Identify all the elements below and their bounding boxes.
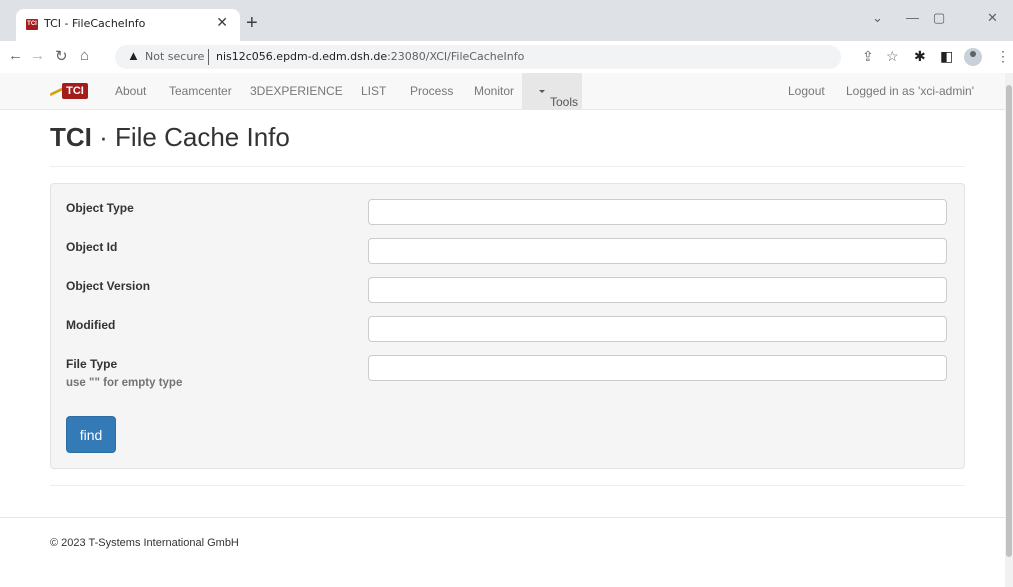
omnibox-divider	[208, 49, 209, 65]
reload-icon[interactable]: ↻	[55, 47, 68, 65]
object-version-input[interactable]	[368, 277, 947, 303]
nav-link-process[interactable]: Process	[410, 84, 453, 98]
address-bar[interactable]: ▲ Not secure nis12c056.epdm-d.edm.dsh.de…	[115, 45, 841, 69]
tools-label: Tools	[536, 84, 578, 109]
maximize-icon[interactable]: ▢	[933, 10, 945, 26]
bookmark-star-icon[interactable]: ☆	[886, 48, 899, 65]
window-close-icon[interactable]: ✕	[987, 10, 998, 26]
url-path: :23080/XCI/FileCacheInfo	[387, 50, 525, 63]
nav-link-3dexperience[interactable]: 3DEXPERIENCE	[250, 84, 343, 98]
browser-toolbar: ← → ↻ ⌂ ▲ Not secure nis12c056.epdm-d.ed…	[0, 41, 1013, 74]
browser-tab[interactable]: TCI TCI - FileCacheInfo ✕	[16, 9, 240, 41]
object-version-label: Object Version	[66, 279, 151, 293]
divider	[50, 166, 965, 167]
nav-link-monitor[interactable]: Monitor	[474, 84, 514, 98]
browser-tabstrip: TCI TCI - FileCacheInfo ✕ + ⌄ — ▢ ✕	[0, 0, 1013, 41]
brand-logo[interactable]: TCI	[50, 83, 90, 99]
caret-down-icon	[539, 90, 545, 94]
modified-input[interactable]	[368, 316, 947, 342]
home-icon[interactable]: ⌂	[80, 47, 89, 64]
logout-link[interactable]: Logout	[788, 84, 825, 98]
tab-search-icon[interactable]: ⌄	[872, 10, 883, 26]
forward-icon[interactable]: →	[30, 47, 45, 64]
search-form: Object Type Object Id Object Version Mod…	[50, 183, 965, 469]
back-icon[interactable]: ←	[8, 47, 23, 64]
find-button[interactable]: find	[66, 416, 116, 453]
extensions-puzzle-icon[interactable]: ✱	[914, 48, 926, 65]
page-content: TCI About Teamcenter 3DEXPERIENCE LIST P…	[0, 73, 1005, 587]
tci-favicon-icon: TCI	[26, 19, 38, 30]
file-type-label: File Type	[66, 357, 118, 371]
minimize-icon[interactable]: —	[906, 10, 919, 25]
tab-title: TCI - FileCacheInfo	[44, 17, 146, 30]
close-icon[interactable]: ✕	[216, 14, 228, 31]
file-type-input[interactable]	[368, 355, 947, 381]
modified-label: Modified	[66, 318, 116, 332]
logo-box: TCI	[62, 83, 88, 99]
site-navbar: TCI About Teamcenter 3DEXPERIENCE LIST P…	[0, 73, 1005, 110]
page-scrollbar[interactable]	[1005, 73, 1013, 587]
url-text: nis12c056.epdm-d.edm.dsh.de:23080/XCI/Fi…	[216, 50, 524, 63]
nav-dropdown-tools[interactable]: Tools	[522, 73, 582, 109]
object-type-label: Object Type	[66, 201, 134, 215]
share-icon[interactable]: ⇪	[862, 48, 874, 65]
warning-icon[interactable]: ▲	[127, 48, 140, 63]
footer-divider	[0, 517, 1005, 518]
divider	[50, 485, 965, 486]
url-host: nis12c056.epdm-d.edm.dsh.de	[216, 50, 388, 63]
logged-in-user: Logged in as 'xci-admin'	[846, 84, 974, 98]
side-panel-icon[interactable]: ◧	[940, 48, 953, 65]
nav-link-list[interactable]: LIST	[361, 84, 386, 98]
object-id-label: Object Id	[66, 240, 118, 254]
menu-kebab-icon[interactable]: ⋮	[996, 48, 1010, 65]
nav-link-teamcenter[interactable]: Teamcenter	[169, 84, 232, 98]
scrollbar-thumb[interactable]	[1006, 85, 1012, 557]
profile-avatar-icon[interactable]	[964, 48, 982, 66]
footer-copyright: © 2023 T-Systems International GmbH	[50, 537, 239, 549]
new-tab-icon[interactable]: +	[246, 13, 258, 33]
file-type-help: use "" for empty type	[66, 377, 183, 389]
object-id-input[interactable]	[368, 238, 947, 264]
nav-link-about[interactable]: About	[115, 84, 146, 98]
page-title: TCI · File Cache Info	[50, 122, 290, 152]
security-label: Not secure	[145, 50, 205, 63]
object-type-input[interactable]	[368, 199, 947, 225]
